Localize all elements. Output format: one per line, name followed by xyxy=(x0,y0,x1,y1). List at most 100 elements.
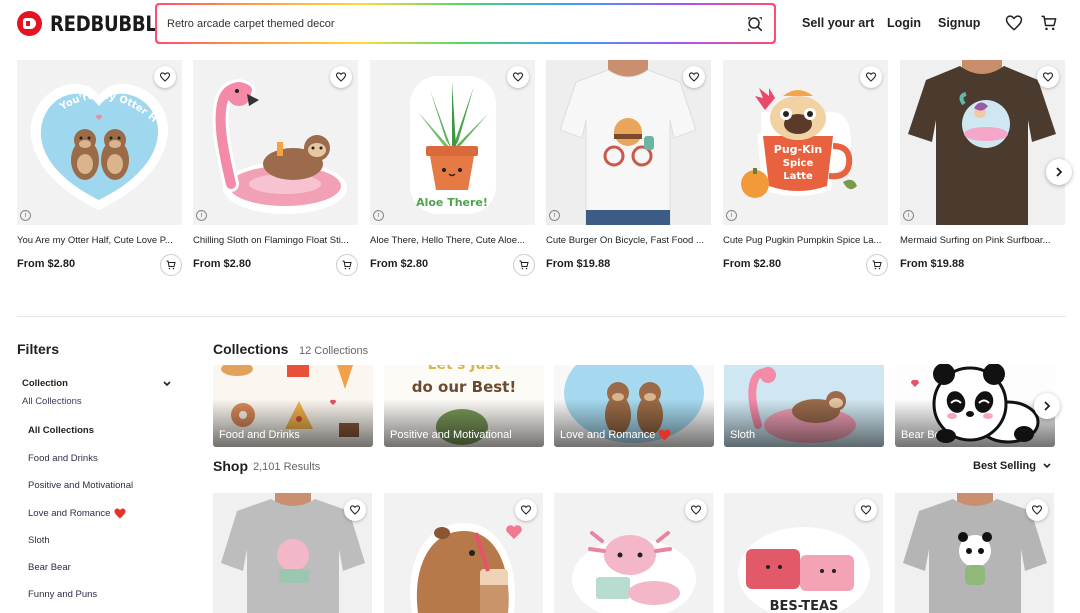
filter-item-positive-and-motivational[interactable]: Positive and Motivational xyxy=(28,480,133,491)
shop-product-card[interactable] xyxy=(554,493,713,613)
product-image[interactable]: i xyxy=(900,60,1065,225)
collections-count: 12 Collections xyxy=(299,345,369,357)
favorite-button[interactable] xyxy=(685,499,707,521)
info-icon[interactable]: i xyxy=(373,210,384,221)
info-icon[interactable]: i xyxy=(196,210,207,221)
collections-title: Collections xyxy=(213,341,289,357)
cart-plus-icon xyxy=(342,260,352,270)
collection-label: Sloth xyxy=(730,429,756,441)
cart-icon[interactable] xyxy=(1039,13,1059,33)
shop-title: Shop xyxy=(213,458,248,474)
brand-name: REDBUBBLE xyxy=(50,11,169,36)
info-icon[interactable]: i xyxy=(726,210,737,221)
sort-label: Best Selling xyxy=(973,460,1036,472)
cart-plus-icon xyxy=(519,260,529,270)
chevron-down-icon[interactable] xyxy=(162,379,172,389)
product-card[interactable]: Pug-Kin Spice Latte i Cute Pug Pugkin Pu… xyxy=(723,60,888,276)
add-to-cart-button[interactable] xyxy=(336,254,358,276)
search-icon[interactable] xyxy=(746,15,764,33)
heart-icon xyxy=(860,505,872,515)
heart-icon xyxy=(349,505,361,515)
panda-sticker-image xyxy=(932,364,1040,444)
sort-dropdown[interactable]: Best Selling xyxy=(973,460,1052,472)
collection-card-love-and-romance[interactable]: Love and Romance xyxy=(554,365,714,447)
favorite-button[interactable] xyxy=(507,66,529,88)
filter-item-label: Love and Romance xyxy=(28,508,111,519)
collection-card-sloth[interactable]: Sloth xyxy=(724,365,884,447)
favorite-button[interactable] xyxy=(344,499,366,521)
shop-product-card[interactable]: BES-TEAS xyxy=(724,493,883,613)
product-card[interactable]: i Mermaid Surfing on Pink Surfboar... Fr… xyxy=(900,60,1065,270)
login-link[interactable]: Login xyxy=(887,16,921,30)
product-card[interactable]: You're my Otter Half i You Are my Otter … xyxy=(17,60,182,276)
favorite-button[interactable] xyxy=(1026,499,1048,521)
cart-plus-icon xyxy=(166,260,176,270)
product-price: From $2.80 xyxy=(370,258,429,270)
motivational-text-2: do our Best! xyxy=(412,378,516,396)
collection-card-food-and-drinks[interactable]: Food and Drinks xyxy=(213,365,373,447)
product-image[interactable]: i xyxy=(546,60,711,225)
chevron-right-icon xyxy=(1044,401,1051,411)
filters-title: Filters xyxy=(17,341,60,357)
add-to-cart-button[interactable] xyxy=(866,254,888,276)
shop-product-card[interactable] xyxy=(895,493,1054,613)
product-title[interactable]: You Are my Otter Half, Cute Love P... xyxy=(17,235,187,246)
motivational-text-1: Let's Just xyxy=(428,365,501,373)
collections-next-button[interactable] xyxy=(1034,393,1060,419)
favorite-button[interactable] xyxy=(515,499,537,521)
collection-card-positive-and-motivational[interactable]: Let's Just do our Best! Positive and Mot… xyxy=(384,365,544,447)
favorite-button[interactable] xyxy=(154,66,176,88)
filter-item-food-and-drinks[interactable]: Food and Drinks xyxy=(28,453,98,464)
sticker-text-best-teas: BES-TEAS xyxy=(770,599,839,613)
header: REDBUBBLE Sell your art Login Signup xyxy=(0,0,1080,48)
sell-your-art-link[interactable]: Sell your art xyxy=(802,16,874,30)
info-icon[interactable]: i xyxy=(903,210,914,221)
product-price: From $2.80 xyxy=(17,258,76,270)
product-image[interactable]: i xyxy=(193,60,358,225)
filter-item-love-and-romance[interactable]: Love and Romance xyxy=(28,508,126,519)
filter-item-sloth[interactable]: Sloth xyxy=(28,535,50,546)
product-card[interactable]: Aloe There! i Aloe There, Hello There, C… xyxy=(370,60,535,276)
heart-icon[interactable] xyxy=(1004,13,1024,33)
shop-product-card[interactable] xyxy=(213,493,372,613)
add-to-cart-button[interactable] xyxy=(513,254,535,276)
product-title[interactable]: Mermaid Surfing on Pink Surfboar... xyxy=(900,235,1065,246)
favorite-button[interactable] xyxy=(855,499,877,521)
product-title[interactable]: Cute Pug Pugkin Pumpkin Spice La... xyxy=(723,235,893,246)
product-price: From $2.80 xyxy=(193,258,252,270)
shop-results-count: 2,101 Results xyxy=(253,461,321,473)
product-title[interactable]: Cute Burger On Bicycle, Fast Food ... xyxy=(546,235,716,246)
filter-item-all-collections[interactable]: All Collections xyxy=(28,425,94,436)
filter-item-bear-bear[interactable]: Bear Bear xyxy=(28,562,71,573)
heart-icon xyxy=(520,505,532,515)
filter-item-funny-and-puns[interactable]: Funny and Puns xyxy=(28,589,97,600)
favorite-button[interactable] xyxy=(1037,66,1059,88)
collection-filter-label[interactable]: Collection xyxy=(22,378,68,389)
product-card[interactable]: i Cute Burger On Bicycle, Fast Food ... … xyxy=(546,60,711,270)
shop-product-card[interactable] xyxy=(384,493,543,613)
product-title[interactable]: Aloe There, Hello There, Cute Aloe... xyxy=(370,235,540,246)
heart-icon xyxy=(335,72,347,82)
search-input[interactable] xyxy=(167,17,746,30)
favorite-button[interactable] xyxy=(683,66,705,88)
product-image[interactable]: Pug-Kin Spice Latte i xyxy=(723,60,888,225)
signup-link[interactable]: Signup xyxy=(938,16,980,30)
collection-label-text: Love and Romance xyxy=(560,429,656,441)
heart-icon xyxy=(1042,72,1054,82)
product-title[interactable]: Chilling Sloth on Flamingo Float Sti... xyxy=(193,235,363,246)
chevron-down-icon xyxy=(1043,463,1051,469)
product-price: From $19.88 xyxy=(546,258,611,270)
favorite-button[interactable] xyxy=(330,66,352,88)
product-image[interactable]: You're my Otter Half i xyxy=(17,60,182,225)
add-to-cart-button[interactable] xyxy=(160,254,182,276)
product-image[interactable]: Aloe There! i xyxy=(370,60,535,225)
pug-text-line-2: Spice xyxy=(783,158,814,169)
carousel-next-button[interactable] xyxy=(1046,159,1072,185)
collection-label: Food and Drinks xyxy=(219,429,300,441)
product-price: From $19.88 xyxy=(900,258,965,270)
favorite-button[interactable] xyxy=(860,66,882,88)
info-icon[interactable]: i xyxy=(549,210,560,221)
product-card[interactable]: i Chilling Sloth on Flamingo Float Sti..… xyxy=(193,60,358,276)
heart-icon xyxy=(865,72,877,82)
info-icon[interactable]: i xyxy=(20,210,31,221)
